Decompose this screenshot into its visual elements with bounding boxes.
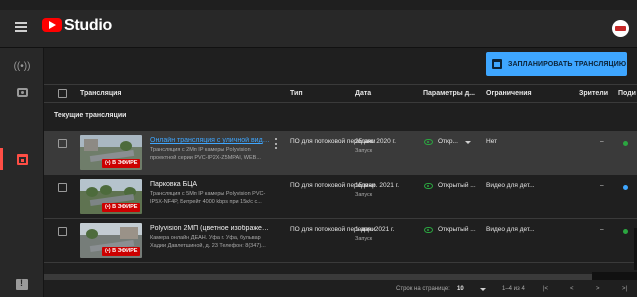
feedback-icon[interactable] — [12, 274, 32, 294]
row-date-sub: Запуск — [355, 236, 373, 242]
table-row[interactable]: (•) В ЭФИРЕ Polyvision 2МП (цветное изоб… — [44, 219, 637, 263]
video-thumbnail[interactable]: (•) В ЭФИРЕ — [80, 135, 142, 170]
table-row[interactable]: (•) В ЭФИРЕ Онлайн трансляция с уличной … — [44, 131, 637, 175]
column-broadcast[interactable]: Трансляция — [80, 90, 122, 97]
rows-per-page-label: Строк на странице: — [396, 286, 450, 292]
video-description: Трансляция с 2Мп IP камеры Polyvision пр… — [150, 147, 261, 161]
video-title[interactable]: Polyvision 2МП (цветное изображен... — [150, 225, 270, 232]
calendar-icon[interactable] — [12, 149, 32, 169]
app-title[interactable]: Studio — [64, 17, 112, 35]
column-params[interactable]: Параметры д... — [423, 90, 475, 97]
camera-icon[interactable] — [12, 82, 32, 102]
row-viewers: – — [600, 182, 604, 189]
row-restrictions: Видео для дет... — [486, 226, 535, 233]
row-visibility[interactable]: Открытый ... — [438, 182, 476, 190]
column-viewers[interactable]: Зрители — [579, 90, 608, 97]
row-checkbox[interactable] — [58, 139, 67, 148]
row-viewers: – — [600, 138, 604, 145]
visibility-dropdown-icon[interactable] — [465, 141, 471, 144]
status-dot — [623, 185, 628, 190]
menu-icon[interactable] — [15, 22, 27, 32]
sidebar: ((•)) — [0, 48, 44, 297]
horizontal-scrollbar[interactable] — [44, 274, 592, 280]
status-dot — [623, 141, 628, 146]
column-restrictions[interactable]: Ограничения — [486, 90, 532, 97]
row-date: 15 мар. 2021 г. — [355, 182, 399, 189]
video-thumbnail[interactable]: (•) В ЭФИРЕ — [80, 223, 142, 258]
row-visibility[interactable]: Открытый ... — [438, 226, 476, 234]
table-header: Трансляция Тип Дата Параметры д... Огран… — [44, 84, 637, 103]
page-range: 1–4 из 4 — [502, 286, 525, 292]
row-date-sub: Запуск — [355, 148, 373, 154]
row-checkbox[interactable] — [58, 183, 67, 192]
studio-window: Studio ((•)) ЗАПЛАНИРОВАТЬ ТРАНСЛЯЦИЮ Тр… — [0, 0, 637, 297]
calendar-icon — [492, 59, 502, 69]
schedule-broadcast-button[interactable]: ЗАПЛАНИРОВАТЬ ТРАНСЛЯЦИЮ — [486, 52, 627, 76]
video-thumbnail[interactable]: (•) В ЭФИРЕ — [80, 179, 142, 214]
video-description: Камера онлайн ДЕАН. Уфа г. Уфа, бульвар … — [150, 235, 266, 249]
rows-per-page-select[interactable]: 10 — [457, 286, 464, 292]
row-date: 1 апр. 2021 г. — [355, 226, 395, 233]
more-options-icon[interactable] — [275, 138, 278, 149]
first-page-icon[interactable]: |< — [543, 286, 548, 292]
visibility-eye-icon — [424, 183, 433, 189]
visibility-eye-icon — [424, 139, 433, 145]
schedule-broadcast-label: ЗАПЛАНИРОВАТЬ ТРАНСЛЯЦИЮ — [508, 60, 627, 68]
status-dot — [623, 229, 628, 234]
row-date-sub: Запуск — [355, 192, 373, 198]
live-broadcast-icon[interactable]: ((•)) — [12, 56, 32, 76]
table-row[interactable]: (•) В ЭФИРЕ Парковка БЦА Трансляция с 5M… — [44, 175, 637, 219]
row-viewers: – — [600, 226, 604, 233]
main-content: ЗАПЛАНИРОВАТЬ ТРАНСЛЯЦИЮ Трансляция Тип … — [44, 48, 637, 297]
rows-per-page-dropdown-icon[interactable] — [480, 288, 486, 291]
column-type[interactable]: Тип — [290, 90, 303, 97]
next-page-icon[interactable]: > — [596, 286, 600, 292]
last-page-icon[interactable]: >| — [622, 286, 627, 292]
sidebar-active-indicator — [0, 148, 3, 170]
row-checkbox[interactable] — [58, 227, 67, 236]
scrollbar-corner — [592, 272, 637, 280]
column-extra[interactable]: Поди — [618, 90, 636, 97]
live-badge: (•) В ЭФИРЕ — [102, 203, 141, 212]
video-title[interactable]: Онлайн трансляция с уличной виде... — [150, 137, 270, 144]
column-date[interactable]: Дата — [355, 90, 371, 97]
video-title[interactable]: Парковка БЦА — [150, 181, 270, 188]
row-restrictions: Нет — [486, 138, 498, 145]
previous-page-icon[interactable]: < — [570, 286, 574, 292]
youtube-logo-icon[interactable] — [42, 18, 62, 32]
avatar[interactable] — [612, 20, 629, 37]
top-bar: Studio — [0, 10, 637, 48]
live-badge: (•) В ЭФИРЕ — [102, 159, 141, 168]
video-description: Трансляция с 5Mп IP камеры Polyvision PV… — [150, 191, 266, 205]
visibility-eye-icon — [424, 227, 433, 233]
pagination: Строк на странице: 10 1–4 из 4 |< < > >| — [44, 282, 637, 297]
live-badge: (•) В ЭФИРЕ — [102, 247, 141, 256]
row-date: 25 авг. 2020 г. — [355, 138, 396, 145]
row-restrictions: Видео для дет... — [486, 182, 535, 189]
row-visibility[interactable]: Откр... — [438, 138, 458, 146]
section-title: Текущие трансляции — [54, 112, 127, 119]
select-all-checkbox[interactable] — [58, 89, 67, 98]
